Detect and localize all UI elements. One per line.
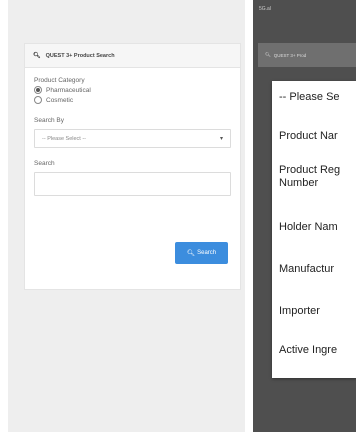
search-icon: 🔍︎	[33, 53, 41, 59]
radio-label-pharmaceutical: Pharmaceutical	[46, 86, 91, 94]
radio-button-unchecked[interactable]	[34, 96, 42, 104]
dropdown-option-holder-name[interactable]: Holder Nam	[279, 221, 338, 234]
search-input[interactable]	[34, 172, 231, 196]
search-icon: 🔍︎	[186, 250, 196, 257]
card-header: 🔍︎ QUEST 3+ Product Search	[25, 44, 240, 68]
search-by-dropdown-menu: -- Please Se Product Nar Product Reg Num…	[272, 81, 356, 378]
search-label: Search	[34, 160, 55, 167]
dropdown-option-active-ingredient[interactable]: Active Ingre	[279, 344, 337, 357]
card-title: QUEST 3+ Product Search	[45, 52, 115, 59]
product-search-card: 🔍︎ QUEST 3+ Product Search Product Categ…	[24, 43, 241, 290]
right-phone-screen: 5G.al 🔍︎ QUEST 3+ Prod -- Please Se Prod…	[253, 0, 356, 432]
dropdown-option-importer[interactable]: Importer	[279, 305, 320, 318]
search-button-label: Search	[197, 250, 217, 256]
radio-pharmaceutical[interactable]: Pharmaceutical	[34, 86, 231, 94]
dropdown-option-manufacturer[interactable]: Manufactur	[279, 263, 334, 276]
dropdown-option-product-reg-number[interactable]: Number	[279, 177, 318, 190]
search-button[interactable]: 🔍︎ Search	[175, 242, 228, 264]
radio-cosmetic[interactable]: Cosmetic	[34, 96, 231, 104]
dimmed-card-header: 🔍︎ QUEST 3+ Prod	[258, 43, 356, 67]
search-by-select[interactable]: -- Please Select -- ▾	[34, 129, 231, 148]
radio-label-cosmetic: Cosmetic	[46, 96, 74, 104]
radio-button-checked[interactable]	[34, 86, 42, 94]
dropdown-option-please-select[interactable]: -- Please Se	[279, 91, 340, 104]
product-category-label: Product Category	[34, 77, 85, 84]
dropdown-option-product-reg[interactable]: Product Reg	[279, 164, 340, 177]
search-by-value: -- Please Select --	[42, 135, 87, 142]
dimmed-header-title: QUEST 3+ Prod	[273, 52, 307, 58]
left-phone-screen: 🔍︎ QUEST 3+ Product Search Product Categ…	[8, 0, 245, 432]
dropdown-option-product-name[interactable]: Product Nar	[279, 130, 338, 143]
status-bar: 5G.al	[259, 6, 271, 12]
search-by-label: Search By	[34, 117, 64, 124]
search-icon: 🔍︎	[265, 52, 271, 57]
caret-down-icon: ▾	[219, 136, 223, 142]
